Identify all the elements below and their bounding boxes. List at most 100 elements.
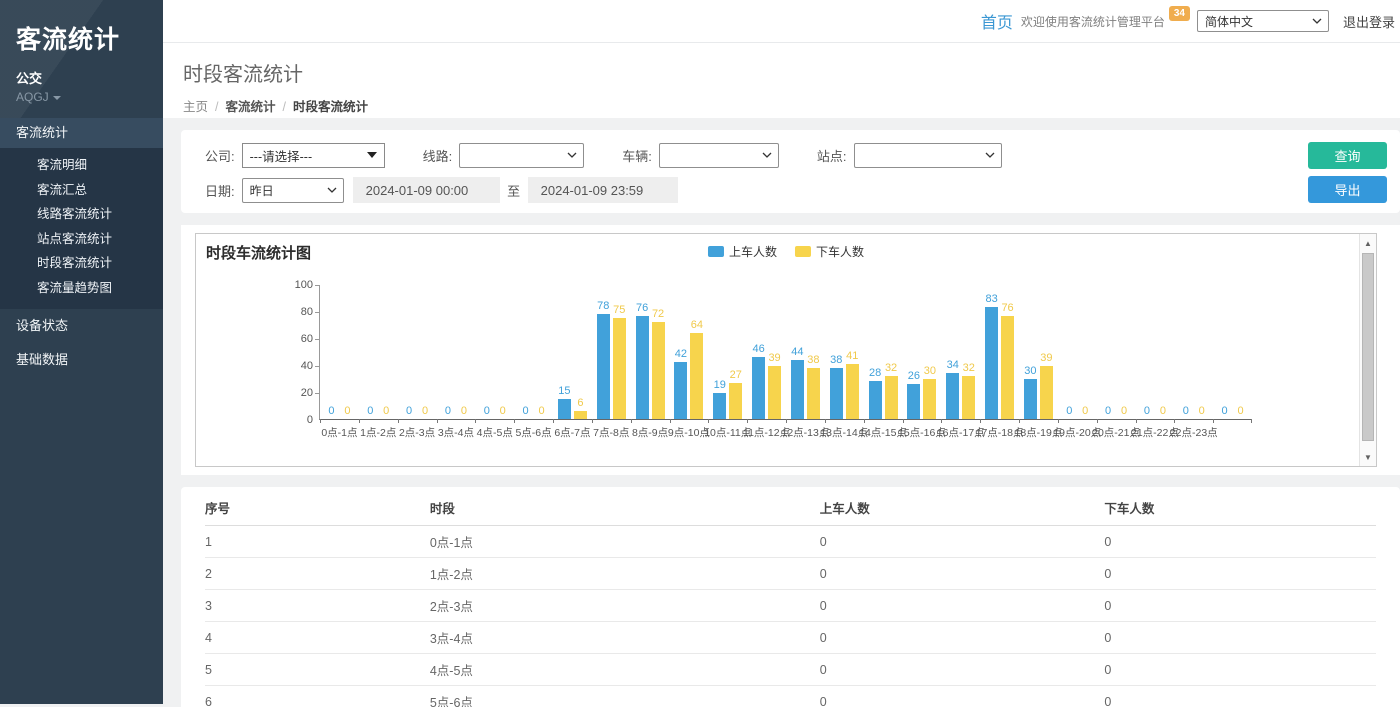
bar-boarding [869,381,882,419]
chart-scrollbar[interactable]: ▲ ▼ [1359,234,1376,466]
bar-alighting [768,366,781,419]
bar-group: 283214点-15点 [864,285,903,419]
sidebar-subitem[interactable]: 客流明细 [0,153,163,178]
sidebar-item-device-status[interactable]: 设备状态 [0,309,163,343]
app-logo-title: 客流统计 [16,20,147,56]
x-axis-tick [398,419,399,423]
bar-group: 443812点-13点 [786,285,825,419]
table-cell: 1 [205,526,430,558]
bar-group: 263015点-16点 [903,285,942,419]
table-body: 10点-1点0021点-2点0032点-3点0043点-4点0054点-5点00… [205,526,1376,707]
x-axis-tick [864,419,865,423]
bar-alighting [923,379,936,420]
table-cell: 0 [1104,526,1376,558]
top-navbar: 首页 欢迎使用客流统计管理平台 34 简体中文 退出登录 [163,0,1400,43]
table-cell: 4 [205,622,430,654]
bar-alighting [652,322,665,419]
sidebar-item-passenger-stats[interactable]: 客流统计 [0,118,163,148]
x-axis-tick [825,419,826,423]
sidebar-subitem[interactable]: 时段客流统计 [0,251,163,276]
notification-badge[interactable]: 34 [1169,6,1190,21]
table-row: 43点-4点00 [205,622,1376,654]
date-from-input[interactable]: 2024-01-09 00:00 [353,177,500,203]
x-axis-tick [1058,419,1059,423]
chart-title: 时段车流统计图 [206,242,311,263]
sidebar-subitem[interactable]: 线路客流统计 [0,202,163,227]
table-header-cell: 时段 [430,489,820,526]
logout-link[interactable]: 退出登录 [1343,12,1395,31]
sidebar-subitem[interactable]: 站点客流统计 [0,227,163,252]
home-link[interactable]: 首页 [981,9,1013,33]
table-cell: 0 [1104,590,1376,622]
legend-item[interactable]: 下车人数 [795,243,864,260]
x-axis-label: 7点-8点 [593,425,629,440]
legend-label: 下车人数 [816,243,864,260]
table-cell: 5 [205,654,430,686]
chart-container: 时段车流统计图 上车人数下车人数 020406080100 000点-1点001… [195,233,1377,467]
bar-alighting [1040,366,1053,419]
chevron-down-icon [1312,18,1322,24]
bar-group: 0020点-21点 [1097,285,1136,419]
breadcrumb-item[interactable]: 主页 [183,100,208,114]
export-button[interactable]: 导出 [1308,176,1387,203]
x-axis-tick [708,419,709,423]
bar-boarding [907,384,920,419]
main-area: 首页 欢迎使用客流统计管理平台 34 简体中文 退出登录 时段客流统计 主页/客… [163,0,1400,704]
table-header-cell: 下车人数 [1104,489,1376,526]
scroll-down-arrow-icon[interactable]: ▼ [1360,449,1376,465]
x-axis-label: 0点-1点 [321,425,357,440]
legend-item[interactable]: 上车人数 [708,243,777,260]
x-axis-tick [903,419,904,423]
welcome-text: 欢迎使用客流统计管理平台 [1021,13,1165,30]
x-axis-tick [980,419,981,423]
table-header-row: 序号时段上车人数下车人数 [205,489,1376,526]
y-axis-label: 20 [281,387,313,399]
language-select[interactable]: 简体中文 [1197,10,1329,32]
table-cell: 2点-3点 [430,590,820,622]
date-label: 日期: [205,181,235,200]
date-to-input[interactable]: 2024-01-09 23:59 [528,177,678,203]
station-select[interactable] [854,143,1002,168]
stats-table: 序号时段上车人数下车人数 10点-1点0021点-2点0032点-3点0043点… [205,489,1376,707]
table-cell: 0 [820,526,1105,558]
vehicle-select[interactable] [659,143,779,168]
x-axis-tick [1251,419,1252,423]
sidebar-submenu: 客流明细客流汇总线路客流统计站点客流统计时段客流统计客流量趋势图 [0,148,163,309]
bar-group: 76728点-9点 [631,285,670,419]
sidebar-subitem[interactable]: 客流量趋势图 [0,276,163,301]
chart-legend: 上车人数 下车人数 [699,243,873,260]
bar-group: 0019点-20点 [1058,285,1097,419]
line-select[interactable] [459,143,584,168]
sidebar-item-base-data[interactable]: 基础数据 [0,343,163,377]
query-button[interactable]: 查询 [1308,142,1387,169]
table-cell: 0 [820,558,1105,590]
sidebar-subitem[interactable]: 客流汇总 [0,178,163,203]
table-panel: 序号时段上车人数下车人数 10点-1点0021点-2点0032点-3点0043点… [181,487,1400,707]
bar-boarding [946,373,959,419]
bar-alighting [885,376,898,419]
legend-swatch [795,246,811,257]
y-axis-label: 40 [281,360,313,372]
scrollbar-thumb[interactable] [1362,253,1374,441]
company-select[interactable]: ---请选择--- [242,143,385,168]
breadcrumb-item: 时段客流统计 [293,100,368,114]
scroll-up-arrow-icon[interactable]: ▲ [1360,235,1376,251]
x-axis-label: 5点-6点 [515,425,551,440]
x-axis-tick [631,419,632,423]
bar-boarding [830,368,843,419]
bar-alighting [729,383,742,419]
x-axis-tick [941,419,942,423]
table-header-cell: 序号 [205,489,430,526]
x-axis-tick [1136,419,1137,423]
bar-group: 384113点-14点 [825,285,864,419]
x-axis-tick [437,419,438,423]
breadcrumb-item[interactable]: 客流统计 [226,100,276,114]
breadcrumb: 主页/客流统计/时段客流统计 [183,96,1400,115]
x-axis-tick [320,419,321,423]
bar-alighting [846,364,859,419]
date-preset-select[interactable]: 昨日 [242,178,344,203]
org-name: 公交 [16,68,147,87]
language-select-value: 简体中文 [1205,13,1253,30]
bar-boarding [713,393,726,419]
user-menu[interactable]: AQGJ [16,90,147,104]
